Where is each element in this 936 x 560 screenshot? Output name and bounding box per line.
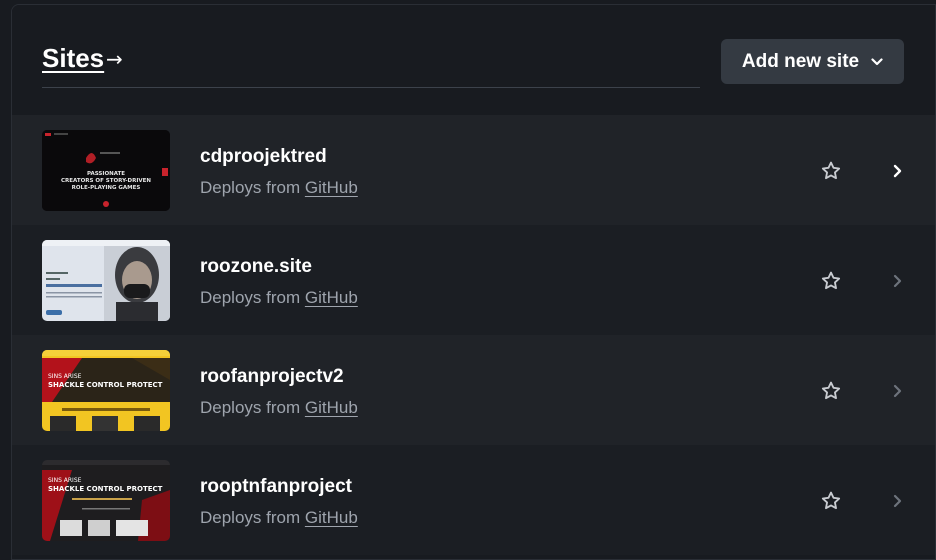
site-name[interactable]: roozone.site — [200, 256, 312, 278]
site-name[interactable]: roofanprojectv2 — [200, 366, 344, 388]
deploy-prefix: Deploys from — [200, 288, 301, 307]
site-row-cdproojektred[interactable]: PASSIONATE CREATORS OF STORY-DRIVEN ROLE… — [12, 115, 935, 225]
site-row-roofanprojectv2[interactable]: SINS ARISE SHACKLE CONTROL PROTECT roofa… — [12, 335, 935, 445]
site-thumbnail-art: SINS ARISE SHACKLE CONTROL PROTECT — [42, 350, 170, 431]
thumb-line-2: CREATORS OF STORY-DRIVEN — [61, 178, 151, 184]
deploy-prefix: Deploys from — [200, 508, 301, 527]
thumb-line-2: SHACKLE CONTROL PROTECT — [48, 485, 163, 493]
github-link[interactable]: GitHub — [305, 398, 358, 417]
sites-header: Sites → Add new site — [12, 5, 935, 115]
site-thumbnail-art — [42, 240, 170, 321]
page-title[interactable]: Sites — [42, 43, 104, 74]
site-thumbnail: SINS ARISE SHACKLE CONTROL PROTECT — [42, 460, 170, 541]
deploy-source: Deploys from GitHub — [200, 178, 358, 198]
github-link[interactable]: GitHub — [305, 508, 358, 527]
site-thumbnail: SINS ARISE SHACKLE CONTROL PROTECT — [42, 350, 170, 431]
thumb-line-1: PASSIONATE — [87, 171, 125, 177]
star-icon[interactable] — [820, 270, 842, 292]
site-row-rooptnfanproject[interactable]: SINS ARISE SHACKLE CONTROL PROTECT roopt… — [12, 445, 935, 555]
site-list: PASSIONATE CREATORS OF STORY-DRIVEN ROLE… — [12, 115, 935, 555]
github-link[interactable]: GitHub — [305, 178, 358, 197]
star-icon[interactable] — [820, 160, 842, 182]
thumb-line-3: ROLE-PLAYING GAMES — [72, 185, 141, 191]
github-link[interactable]: GitHub — [305, 288, 358, 307]
add-new-site-label: Add new site — [741, 50, 860, 72]
deploy-prefix: Deploys from — [200, 398, 301, 417]
site-row-roozone[interactable]: roozone.site Deploys from GitHub — [12, 225, 935, 335]
site-name[interactable]: cdproojektred — [200, 146, 327, 168]
star-icon[interactable] — [820, 380, 842, 402]
thumb-line-1: SINS ARISE — [48, 477, 82, 484]
arrow-right-icon: → — [106, 47, 123, 71]
site-name[interactable]: rooptnfanproject — [200, 476, 352, 498]
deploy-source: Deploys from GitHub — [200, 288, 358, 308]
site-thumbnail-art: PASSIONATE CREATORS OF STORY-DRIVEN ROLE… — [42, 130, 170, 211]
star-icon[interactable] — [820, 490, 842, 512]
site-thumbnail-art: SINS ARISE SHACKLE CONTROL PROTECT — [42, 460, 170, 541]
chevron-right-icon[interactable] — [890, 383, 904, 399]
site-thumbnail — [42, 240, 170, 321]
site-thumbnail: PASSIONATE CREATORS OF STORY-DRIVEN ROLE… — [42, 130, 170, 211]
sites-panel: Sites → Add new site PASSIONATE CREATORS… — [11, 4, 936, 560]
chevron-right-icon[interactable] — [890, 163, 904, 179]
chevron-right-icon[interactable] — [890, 273, 904, 289]
chevron-down-icon — [871, 57, 883, 65]
thumb-line-2: SHACKLE CONTROL PROTECT — [48, 381, 163, 389]
title-bar: Sites → — [42, 43, 700, 88]
thumb-line-1: SINS ARISE — [48, 373, 82, 380]
deploy-source: Deploys from GitHub — [200, 508, 358, 528]
chevron-right-icon[interactable] — [890, 493, 904, 509]
deploy-prefix: Deploys from — [200, 178, 301, 197]
deploy-source: Deploys from GitHub — [200, 398, 358, 418]
add-new-site-button[interactable]: Add new site — [721, 39, 904, 84]
